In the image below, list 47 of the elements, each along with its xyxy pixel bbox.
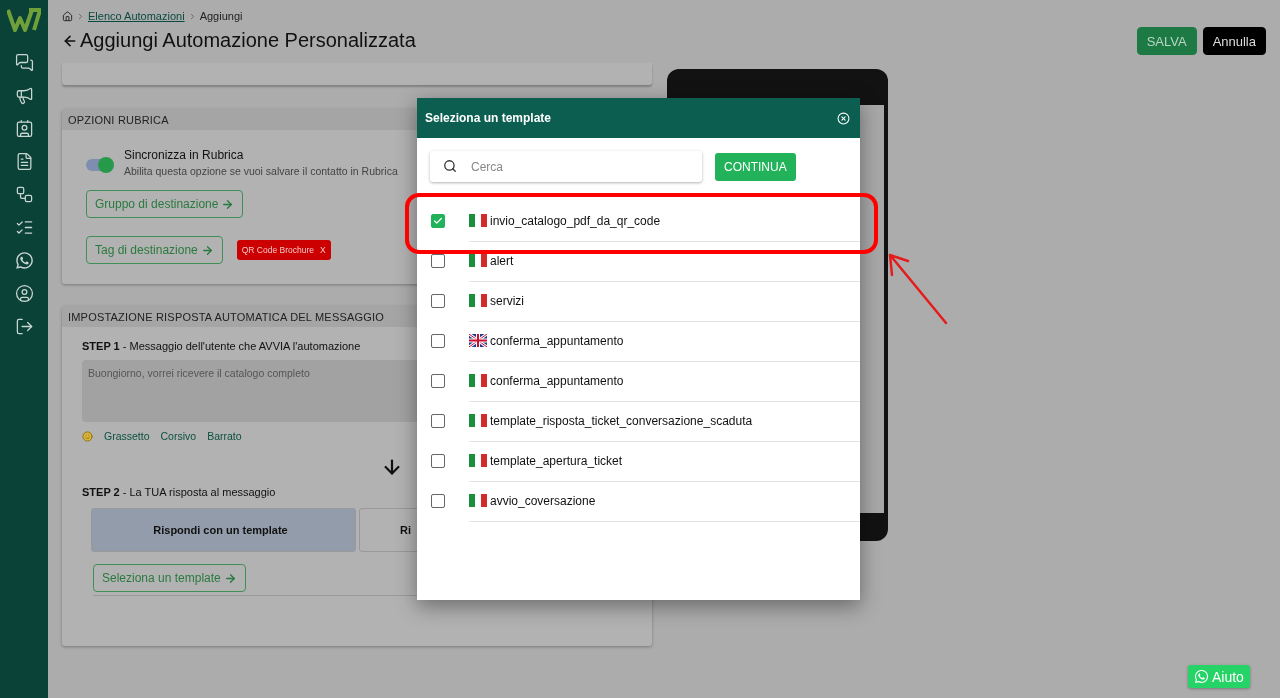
remove-tag-button[interactable]: X — [320, 245, 326, 255]
page-title: Aggiungi Automazione Personalizzata — [80, 29, 416, 52]
reply-option-tile[interactable]: Rispondi con un template — [91, 508, 356, 552]
search-field[interactable]: Cerca — [430, 151, 702, 182]
step-heading: STEP 1 - Messaggio dell'utente che AVVIA l'automazione — [82, 340, 361, 352]
arrow-right-icon — [223, 571, 237, 585]
template-name[interactable]: servizi — [490, 293, 524, 308]
dialog-title: Seleziona un template — [425, 111, 552, 125]
sync-label: Sincronizza in Rubrica — [124, 148, 245, 162]
group-button[interactable]: Gruppo di destinazione — [86, 190, 244, 218]
whatsapp-icon — [1194, 669, 1209, 684]
cancel-button[interactable]: Annulla — [1202, 27, 1266, 55]
template-name[interactable]: conferma_appuntamento — [490, 373, 624, 388]
home-icon[interactable] — [62, 10, 73, 22]
search-icon — [443, 159, 457, 173]
toggle-switch[interactable] — [86, 159, 112, 171]
arrow-right-icon — [221, 197, 235, 211]
save-button[interactable]: SALVA — [1136, 27, 1197, 55]
tag-chip[interactable]: QR Code Brochure X — [236, 240, 331, 260]
breadcrumb-current: Aggiungi — [199, 10, 243, 22]
check-icon — [433, 216, 443, 226]
format-link[interactable]: Barrato — [207, 430, 242, 442]
checkbox[interactable] — [431, 374, 445, 388]
format-link[interactable]: Corsivo — [160, 430, 197, 442]
breadcrumb-link[interactable]: Elenco Automazioni — [88, 10, 185, 22]
tag-button[interactable]: Tag di destinazione — [86, 236, 223, 264]
template-name[interactable]: conferma_appuntamento — [490, 333, 624, 348]
template-name[interactable]: avvio_coversazione — [490, 493, 596, 508]
chevron-icon — [76, 11, 85, 21]
continue-button[interactable]: CONTINUA — [715, 152, 796, 181]
checkbox[interactable] — [431, 214, 445, 228]
template-name[interactable]: template_apertura_ticket — [490, 453, 623, 468]
template-name[interactable]: invio_catalogo_pdf_da_qr_code — [490, 213, 661, 228]
checkbox[interactable] — [431, 454, 445, 468]
select-template-button[interactable]: Seleziona un template — [93, 564, 246, 592]
arrow-right-icon — [200, 243, 214, 257]
checkbox[interactable] — [431, 294, 445, 308]
template-name[interactable]: alert — [490, 253, 514, 268]
close-button[interactable] — [837, 111, 850, 125]
format-link[interactable]: Grassetto — [104, 430, 150, 442]
checkbox[interactable] — [431, 254, 445, 268]
logo-icon — [7, 8, 41, 32]
checkbox[interactable] — [431, 414, 445, 428]
sync-description: Abilita questa opzione se vuoi salvare il contatto in Rubrica — [124, 165, 398, 177]
checkbox[interactable] — [431, 334, 445, 348]
step-heading: STEP 2 - La TUA risposta al messaggio — [82, 486, 276, 498]
checkbox[interactable] — [431, 494, 445, 508]
